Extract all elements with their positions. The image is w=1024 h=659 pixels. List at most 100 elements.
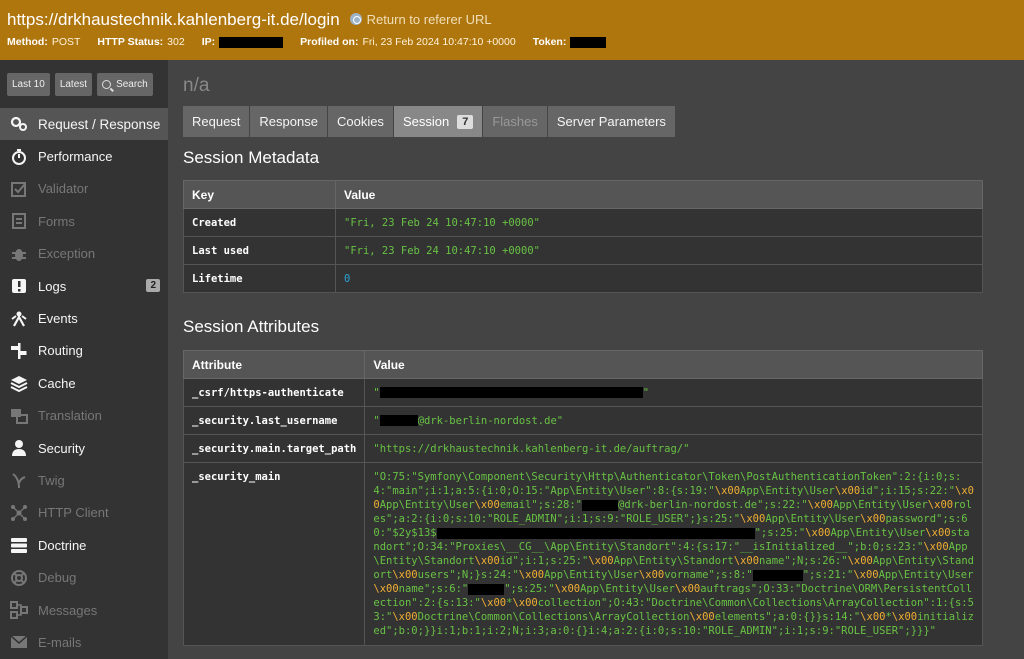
sidebar-item-logs[interactable]: Logs 2	[0, 270, 168, 302]
page-title: n/a	[183, 75, 210, 96]
sidebar-item-label: Events	[38, 311, 78, 327]
return-link-label: Return to referer URL	[366, 11, 492, 27]
security-main-value: "O:75:"Symfony\Component\Security\Http\A…	[364, 462, 983, 646]
route-icon	[10, 342, 28, 360]
sidebar-item-events[interactable]: Events	[0, 302, 168, 334]
tab-count-badge: 7	[457, 114, 474, 129]
sidebar-item-label: Validator	[38, 181, 89, 197]
meta-token: Token:	[533, 36, 607, 48]
tab-label: Session	[402, 114, 450, 129]
tab-request[interactable]: Request	[183, 106, 251, 137]
tab-label: Flashes	[492, 114, 538, 129]
table-row: Created "Fri, 23 Feb 24 10:47:10 +0000"	[183, 208, 983, 237]
sidebar-item-cache[interactable]: Cache	[0, 367, 168, 399]
request-url[interactable]: https://drkhaustechnik.kahlenberg-it.de/…	[7, 10, 340, 30]
redacted-ip	[219, 36, 284, 48]
bug-icon	[10, 245, 28, 263]
tab-cookies[interactable]: Cookies	[327, 106, 394, 137]
col-value: Value	[335, 180, 983, 209]
sidebar-item-e-mails: E-mails	[0, 626, 168, 658]
redacted-token[interactable]	[570, 36, 607, 48]
tab-label: Server Parameters	[556, 114, 666, 129]
sidebar-item-performance[interactable]: Performance	[0, 140, 168, 172]
alert-icon	[10, 277, 28, 295]
table-row: Last used "Fri, 23 Feb 24 10:47:10 +0000"	[183, 236, 983, 265]
checkbox-icon	[10, 180, 28, 198]
request-icon	[10, 115, 28, 133]
sidebar-item-label: Logs	[38, 278, 67, 294]
col-value: Value	[364, 350, 983, 379]
network-icon	[10, 504, 28, 522]
meta-profiled: Profiled on: Fri, 23 Feb 2024 10:47:10 +0…	[300, 36, 516, 48]
sidebar-item-label: Twig	[38, 472, 65, 488]
sidebar-item-exception: Exception	[0, 238, 168, 270]
user-icon	[10, 439, 28, 457]
tab-label: Response	[259, 114, 318, 129]
sidebar-item-label: Cache	[38, 375, 76, 391]
tab-response[interactable]: Response	[250, 106, 328, 137]
sidebar: Last 10 Latest Search Request / Response…	[0, 60, 168, 659]
table-row: Lifetime 0	[183, 264, 983, 293]
sidebar-item-label: Routing	[38, 343, 83, 359]
sidebar-item-label: Forms	[38, 213, 75, 229]
sidebar-item-forms: Forms	[0, 205, 168, 237]
sidebar-item-http-client: HTTP Client	[0, 497, 168, 529]
session-metadata-table: Key Value Created "Fri, 23 Feb 24 10:47:1…	[183, 180, 983, 293]
sidebar-item-security[interactable]: Security	[0, 432, 168, 464]
tab-session[interactable]: Session 7	[393, 106, 484, 137]
sidebar-item-request-response[interactable]: Request / Response	[0, 108, 168, 141]
count-badge: 2	[146, 278, 160, 292]
sidebar-item-label: Messages	[38, 602, 98, 618]
translation-icon	[10, 407, 28, 425]
last-10-button[interactable]: Last 10	[7, 73, 50, 96]
layers-icon	[10, 374, 28, 393]
table-row: _csrf/https-authenticate " "	[182, 378, 983, 407]
twig-icon	[10, 471, 28, 489]
table-row: _security_main "O:75:"Symfony\Component\…	[182, 462, 983, 646]
form-icon	[10, 212, 28, 230]
lifebuoy-icon	[10, 569, 28, 587]
csrf-value: " "	[364, 378, 983, 407]
tab-label: Cookies	[336, 114, 384, 129]
table-row: _security.main.target_path "https://drkh…	[182, 434, 983, 463]
sidebar-item-translation: Translation	[0, 400, 168, 432]
sidebar-item-label: Debug	[38, 570, 77, 586]
search-button[interactable]: Search	[97, 73, 153, 96]
tab-flashes: Flashes	[483, 106, 548, 137]
return-to-referer-link[interactable]: Return to referer URL	[349, 11, 492, 27]
sidebar-item-label: Doctrine	[38, 537, 87, 553]
sidebar-item-label: Translation	[38, 408, 102, 424]
sidebar-item-debug: Debug	[0, 561, 168, 593]
sidebar-item-validator: Validator	[0, 173, 168, 205]
latest-button[interactable]: Latest	[54, 73, 93, 96]
sidebar-shortcuts: Last 10 Latest Search	[0, 60, 168, 108]
events-icon	[10, 310, 28, 328]
col-attribute: Attribute	[182, 350, 366, 379]
panel-menu: Request / Response Performance Validator Fo…	[0, 108, 168, 659]
sidebar-item-label: E-mails	[38, 634, 82, 650]
messages-icon	[10, 601, 28, 620]
sidebar-item-label: Request / Response	[38, 116, 161, 132]
tab-server-parameters[interactable]: Server Parameters	[547, 106, 676, 137]
tab-bar: Request Response Cookies Session 7 Flashes Ser…	[183, 106, 1024, 137]
table-row: _security.last_username " @drk-berlin-nor…	[182, 406, 983, 435]
envelope-icon	[10, 633, 28, 651]
session-attributes-table: Attribute Value _csrf/https-authenticate…	[182, 350, 983, 646]
sidebar-item-doctrine[interactable]: Doctrine	[0, 529, 168, 561]
sidebar-item-label: HTTP Client	[38, 505, 109, 521]
col-key: Key	[183, 180, 336, 209]
meta-ip: IP:	[202, 36, 284, 48]
database-icon	[10, 536, 28, 554]
profiler-summary-bar: https://drkhaustechnik.kahlenberg-it.de/…	[0, 0, 1024, 60]
return-icon	[349, 13, 362, 25]
session-attributes-heading: Session Attributes	[183, 317, 320, 336]
meta-status: HTTP Status: 302	[97, 36, 185, 48]
sidebar-item-label: Security	[38, 440, 85, 456]
sidebar-item-twig: Twig	[0, 464, 168, 496]
sidebar-item-routing[interactable]: Routing	[0, 335, 168, 367]
sidebar-item-label: Performance	[38, 149, 113, 165]
search-icon	[102, 80, 112, 89]
tab-label: Request	[192, 114, 241, 129]
main-panel: n/a Request Response Cookies Session 7 Flashe…	[168, 60, 1024, 659]
sidebar-item-messages: Messages	[0, 594, 168, 626]
